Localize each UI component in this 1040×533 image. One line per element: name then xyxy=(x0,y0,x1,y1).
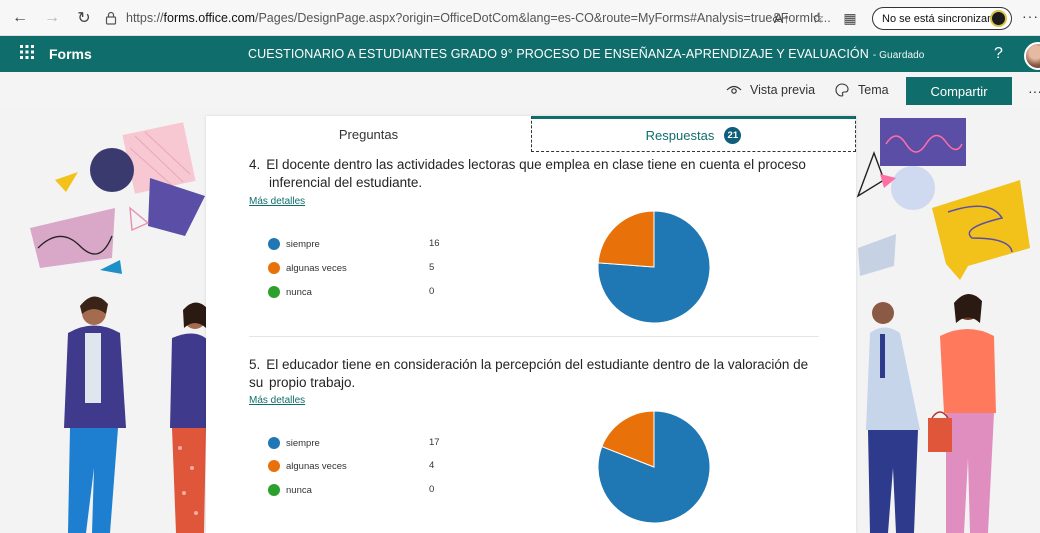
url-prefix: https:// xyxy=(126,11,164,25)
sync-label: No se está sincronizando xyxy=(882,12,1006,25)
legend-swatch xyxy=(268,286,280,298)
profile-icon xyxy=(990,10,1007,27)
legend-count: 17 xyxy=(429,437,440,448)
pie-chart-q5 xyxy=(597,410,711,524)
help-icon[interactable]: ? xyxy=(994,45,1003,63)
collections-icon[interactable]: ▦ xyxy=(840,8,860,28)
question-number: 4. xyxy=(249,157,261,172)
app-brand[interactable]: Forms xyxy=(49,46,92,62)
share-button[interactable]: Compartir xyxy=(906,77,1012,105)
eye-icon xyxy=(726,85,742,94)
question-number: 5. xyxy=(249,357,261,372)
legend-swatch xyxy=(268,262,280,274)
sync-status-button[interactable]: No se está sincronizando xyxy=(872,7,1012,30)
tab-responses[interactable]: Respuestas 21 xyxy=(531,116,856,152)
legend-item: algunas veces xyxy=(268,261,347,275)
legend-item: nunca xyxy=(268,285,312,299)
refresh-icon[interactable]: ↻ xyxy=(72,6,96,30)
legend-label: nunca xyxy=(286,286,312,298)
legend-count: 16 xyxy=(429,238,440,249)
url-path: /Pages/DesignPage.aspx?origin=OfficeDotC… xyxy=(255,11,831,25)
back-icon[interactable]: ← xyxy=(8,6,32,30)
legend-count: 4 xyxy=(429,460,435,471)
read-aloud-icon[interactable]: A↑ xyxy=(772,8,792,28)
legend-label: siempre xyxy=(286,238,320,250)
save-status: - Guardado xyxy=(872,50,925,61)
legend-count: 0 xyxy=(429,286,435,297)
legend-count: 5 xyxy=(429,262,435,273)
legend-item: nunca xyxy=(268,483,312,497)
legend-item: siempre xyxy=(268,436,320,450)
pie-slice-algunas-veces[interactable] xyxy=(597,210,655,268)
theme-label: Tema xyxy=(858,83,889,97)
form-title: CUESTIONARIO A ESTUDIANTES GRADO 9° PROC… xyxy=(248,47,924,61)
legend-swatch xyxy=(268,238,280,250)
question-divider xyxy=(249,336,819,337)
legend-label: algunas veces xyxy=(286,262,347,274)
theme-button[interactable]: Tema xyxy=(834,83,889,97)
more-details-link[interactable]: Más detalles xyxy=(249,395,305,406)
legend-label: algunas veces xyxy=(286,460,347,472)
legend-swatch xyxy=(268,460,280,472)
legend-item: algunas veces xyxy=(268,459,347,473)
url-host: forms.office.com xyxy=(163,11,255,25)
responses-card: Preguntas Respuestas 21 4. El docente den… xyxy=(206,116,856,533)
browser-menu-icon[interactable]: ··· xyxy=(1022,8,1039,24)
question-line-2: propio trabajo. xyxy=(269,375,356,390)
preview-label: Vista previa xyxy=(750,83,816,97)
tab-questions[interactable]: Preguntas xyxy=(206,116,531,152)
lock-icon xyxy=(105,11,117,25)
browser-toolbar: ← → ↻ https://forms.office.com/Pages/Des… xyxy=(0,0,1040,36)
more-options-icon[interactable]: ··· xyxy=(1028,83,1040,99)
legend-label: siempre xyxy=(286,437,320,449)
legend-swatch xyxy=(268,437,280,449)
question-text: 4. El docente dentro las actividades lect… xyxy=(249,156,809,174)
address-bar[interactable]: https://forms.office.com/Pages/DesignPag… xyxy=(104,5,848,31)
responses-count-badge: 21 xyxy=(724,126,742,144)
form-title-text: CUESTIONARIO A ESTUDIANTES GRADO 9° PROC… xyxy=(248,47,869,61)
question-line-1: El docente dentro las actividades lector… xyxy=(266,157,806,172)
palette-icon xyxy=(835,83,849,97)
pie-chart-q4 xyxy=(597,210,711,324)
tab-responses-label: Respuestas xyxy=(645,127,715,143)
preview-button[interactable]: Vista previa xyxy=(726,83,815,97)
forward-icon[interactable]: → xyxy=(40,6,64,30)
favorites-icon[interactable]: ☆ xyxy=(808,8,828,28)
legend-label: nunca xyxy=(286,484,312,496)
legend-item: siempre xyxy=(268,237,320,251)
legend-count: 0 xyxy=(429,484,435,495)
more-details-link[interactable]: Más detalles xyxy=(249,196,305,207)
question-line-2: inferencial del estudiante. xyxy=(269,175,423,190)
tab-questions-label: Preguntas xyxy=(338,126,399,142)
app-launcher-icon[interactable] xyxy=(20,45,34,59)
app-header: Forms CUESTIONARIO A ESTUDIANTES GRADO 9… xyxy=(0,36,1040,72)
legend-swatch xyxy=(268,484,280,496)
